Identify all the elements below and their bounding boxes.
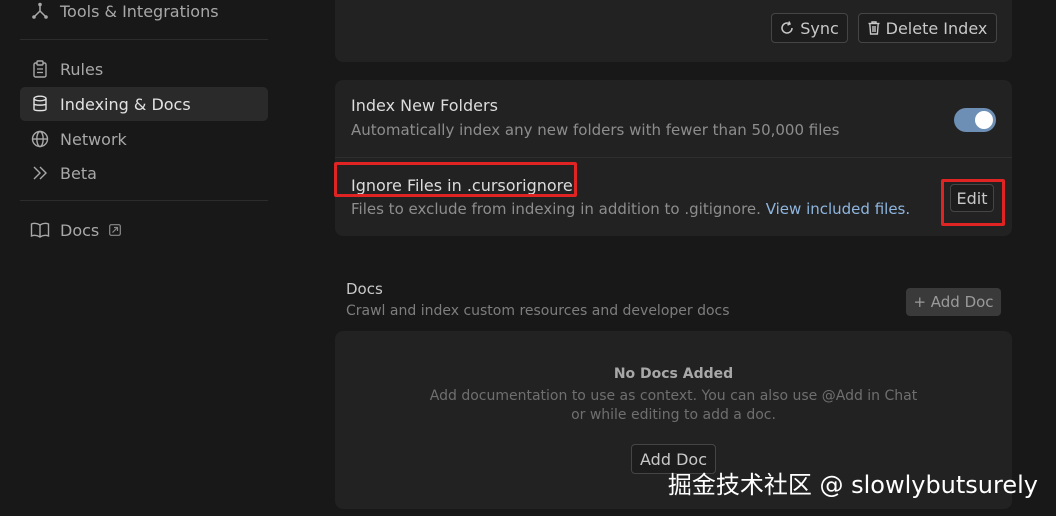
divider (20, 39, 268, 40)
divider (20, 200, 268, 201)
sidebar-item-indexing-docs[interactable]: Indexing & Docs (20, 87, 268, 121)
highlight-box (334, 162, 577, 197)
divider (335, 157, 1012, 158)
watermark-text: 掘金技术社区 @ slowlybutsurely (667, 471, 1038, 499)
globe-icon (20, 130, 60, 148)
book-icon (20, 222, 60, 238)
highlight-box (941, 179, 1005, 226)
sidebar-item-label: Beta (60, 163, 97, 183)
refresh-icon (780, 21, 794, 35)
sidebar-item-label: Indexing & Docs (60, 94, 191, 114)
delete-index-button[interactable]: Delete Index (858, 13, 997, 43)
index-new-folders-title: Index New Folders (351, 96, 498, 115)
sidebar-item-rules[interactable]: Rules (20, 52, 268, 86)
sidebar-item-label: Docs (60, 220, 100, 240)
index-actions-card: Sync Delete Index (335, 0, 1012, 62)
sync-button[interactable]: Sync (771, 13, 848, 43)
sync-label: Sync (800, 18, 839, 38)
docs-section-desc: Crawl and index custom resources and dev… (346, 303, 730, 319)
sidebar-item-network[interactable]: Network (20, 122, 268, 156)
no-docs-title: No Docs Added (613, 366, 734, 382)
external-link-icon (109, 224, 122, 236)
sidebar-item-tools-integrations[interactable]: Tools & Integrations (20, 0, 268, 28)
ignore-files-desc-text: Files to exclude from indexing in additi… (351, 200, 761, 218)
sidebar-item-docs[interactable]: Docs (20, 213, 268, 247)
sidebar-item-label: Tools & Integrations (60, 1, 219, 21)
chevrons-right-icon (20, 165, 60, 181)
clipboard-icon (20, 60, 60, 78)
index-new-folders-toggle[interactable] (954, 108, 996, 132)
tools-icon (20, 2, 60, 20)
indexing-settings-card: Index New Folders Automatically index an… (335, 80, 1012, 236)
ignore-files-desc: Files to exclude from indexing in additi… (351, 200, 910, 218)
sidebar: Tools & Integrations Rules Indexing & Do… (0, 0, 290, 516)
sidebar-item-label: Rules (60, 59, 104, 79)
database-icon (20, 95, 60, 113)
trash-icon (868, 21, 880, 35)
sidebar-item-label: Network (60, 129, 127, 149)
no-docs-desc-line1: Add documentation to use as context. You… (429, 388, 918, 404)
main-content: Sync Delete Index Index New Folders Auto… (290, 0, 1056, 516)
no-docs-desc-line2: or while editing to add a doc. (571, 407, 776, 423)
delete-index-label: Delete Index (885, 18, 988, 38)
add-doc-header-button[interactable]: + Add Doc (906, 288, 1001, 316)
index-new-folders-desc: Automatically index any new folders with… (351, 121, 840, 139)
sidebar-item-beta[interactable]: Beta (20, 156, 268, 190)
docs-section-title: Docs (346, 280, 383, 298)
toggle-knob (975, 111, 993, 129)
view-included-files-link[interactable]: View included files. (766, 200, 910, 218)
